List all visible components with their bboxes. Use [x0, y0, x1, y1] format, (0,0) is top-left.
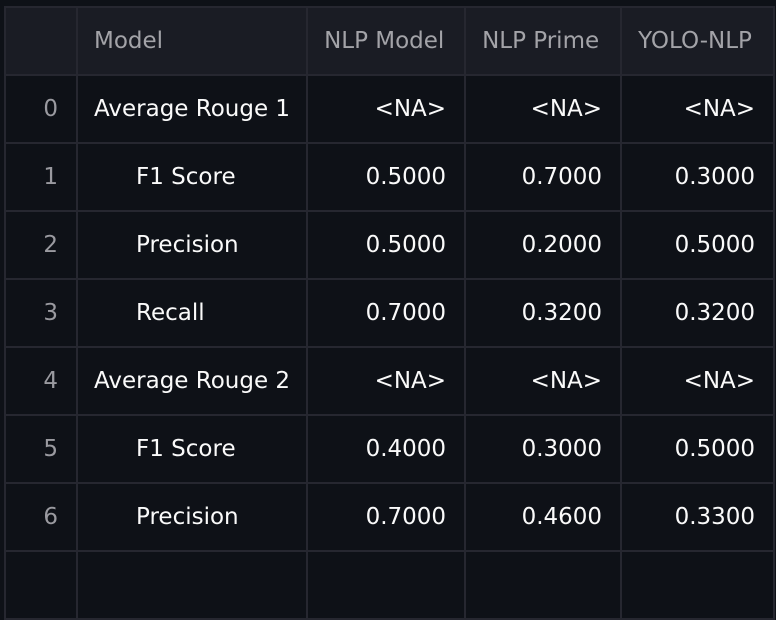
column-header-yolo-nlp[interactable]: YOLO-NLP [620, 6, 776, 76]
yolo-nlp-cell[interactable]: 0.5000 [620, 210, 776, 280]
row-index-cell[interactable]: 3 [4, 278, 78, 348]
row-index-cell[interactable]: 1 [4, 142, 78, 212]
nlp-model-cell[interactable]: 0.7000 [306, 278, 467, 348]
table-row: 5 F1 Score 0.4000 0.3000 0.5000 [4, 414, 776, 484]
row-index-cell[interactable]: 5 [4, 414, 78, 484]
yolo-nlp-cell[interactable]: <NA> [620, 74, 776, 144]
nlp-model-cell[interactable]: 0.4000 [306, 414, 467, 484]
nlp-prime-cell[interactable] [464, 550, 623, 620]
yolo-nlp-cell[interactable]: 0.3000 [620, 142, 776, 212]
table-row: 4 Average Rouge 2 <NA> <NA> <NA> [4, 346, 776, 416]
yolo-nlp-cell[interactable]: 0.3200 [620, 278, 776, 348]
model-cell[interactable]: Precision [75, 210, 309, 280]
data-table: Model NLP Model NLP Prime YOLO-NLP 0 Aver… [4, 6, 776, 620]
row-index-cell[interactable] [4, 550, 78, 620]
row-index-cell[interactable]: 4 [4, 346, 78, 416]
table-row: 2 Precision 0.5000 0.2000 0.5000 [4, 210, 776, 280]
column-header-nlp-model[interactable]: NLP Model [306, 6, 467, 76]
nlp-prime-cell[interactable]: 0.7000 [464, 142, 623, 212]
nlp-model-cell[interactable]: 0.5000 [306, 142, 467, 212]
table-row: 0 Average Rouge 1 <NA> <NA> <NA> [4, 74, 776, 144]
column-header-index[interactable] [4, 6, 78, 76]
table-row [4, 550, 776, 620]
nlp-model-cell[interactable]: <NA> [306, 74, 467, 144]
row-index-cell[interactable]: 2 [4, 210, 78, 280]
model-cell[interactable]: Precision [75, 482, 309, 552]
nlp-model-cell[interactable]: <NA> [306, 346, 467, 416]
yolo-nlp-cell[interactable]: 0.5000 [620, 414, 776, 484]
nlp-prime-cell[interactable]: 0.2000 [464, 210, 623, 280]
header-row: Model NLP Model NLP Prime YOLO-NLP [4, 6, 776, 76]
table-row: 6 Precision 0.7000 0.4600 0.3300 [4, 482, 776, 552]
yolo-nlp-cell[interactable]: <NA> [620, 346, 776, 416]
model-cell[interactable]: Average Rouge 1 [75, 74, 309, 144]
nlp-prime-cell[interactable]: 0.4600 [464, 482, 623, 552]
table-row: 1 F1 Score 0.5000 0.7000 0.3000 [4, 142, 776, 212]
yolo-nlp-cell[interactable] [620, 550, 776, 620]
table-row: 3 Recall 0.7000 0.3200 0.3200 [4, 278, 776, 348]
row-index-cell[interactable]: 6 [4, 482, 78, 552]
model-cell[interactable]: Average Rouge 2 [75, 346, 309, 416]
model-cell[interactable] [75, 550, 309, 620]
model-cell[interactable]: F1 Score [75, 414, 309, 484]
nlp-model-cell[interactable]: 0.7000 [306, 482, 467, 552]
column-header-nlp-prime[interactable]: NLP Prime [464, 6, 623, 76]
nlp-prime-cell[interactable]: <NA> [464, 74, 623, 144]
model-cell[interactable]: Recall [75, 278, 309, 348]
dataframe-viewer: Model NLP Model NLP Prime YOLO-NLP 0 Aver… [4, 6, 776, 620]
yolo-nlp-cell[interactable]: 0.3300 [620, 482, 776, 552]
nlp-prime-cell[interactable]: 0.3000 [464, 414, 623, 484]
nlp-prime-cell[interactable]: 0.3200 [464, 278, 623, 348]
nlp-prime-cell[interactable]: <NA> [464, 346, 623, 416]
column-header-model[interactable]: Model [75, 6, 309, 76]
nlp-model-cell[interactable]: 0.5000 [306, 210, 467, 280]
nlp-model-cell[interactable] [306, 550, 467, 620]
row-index-cell[interactable]: 0 [4, 74, 78, 144]
model-cell[interactable]: F1 Score [75, 142, 309, 212]
